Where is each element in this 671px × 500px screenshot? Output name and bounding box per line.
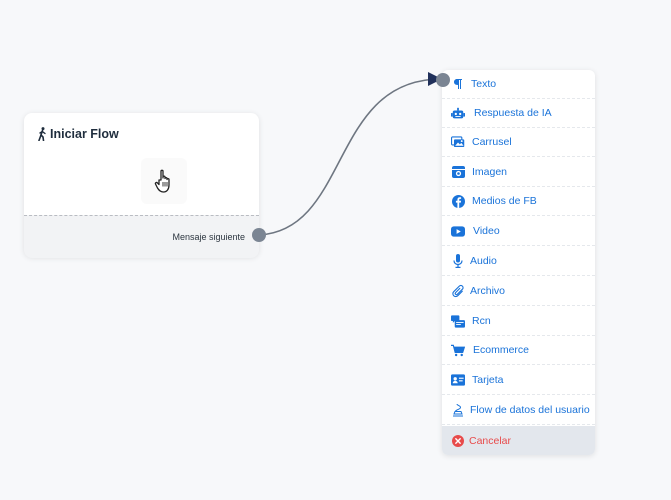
output-port[interactable] [252, 228, 266, 242]
cancel-label: Cancelar [469, 434, 512, 447]
input-port[interactable] [436, 73, 450, 87]
next-message-label: Mensaje siguiente [172, 232, 245, 242]
menu-item-respuesta-ia[interactable]: Respuesta de IA [442, 99, 595, 128]
robot-icon [451, 106, 465, 120]
microphone-icon [451, 254, 465, 268]
paperclip-icon [451, 284, 465, 298]
node-header: Iniciar Flow [37, 126, 119, 142]
camera-icon [451, 165, 465, 179]
menu-item-imagen[interactable]: Imagen [442, 158, 595, 187]
menu-item-rcn[interactable]: Rcn [442, 307, 595, 336]
menu-item-ecommerce[interactable]: Ecommerce [442, 336, 595, 365]
layers-icon [451, 403, 465, 417]
images-icon [451, 135, 465, 149]
menu-item-label: Archivo [470, 285, 506, 297]
youtube-icon [451, 224, 465, 238]
menu-item-flow-datos-usuario[interactable]: Flow de datos del usuario [442, 396, 595, 425]
menu-item-label: Rcn [472, 315, 491, 327]
start-flow-node[interactable]: Iniciar Flow Mensaje siguiente [24, 113, 266, 258]
node-footer: Mensaje siguiente [24, 215, 259, 258]
menu-item-label: Video [473, 225, 500, 237]
node-title: Iniciar Flow [50, 127, 119, 141]
cart-icon [451, 343, 465, 357]
menu-item-label: Texto [471, 78, 497, 90]
pointer-hand-icon [141, 158, 187, 204]
menu-item-medios-fb[interactable]: Medios de FB [442, 187, 595, 216]
facebook-icon [451, 194, 465, 208]
walking-person-icon [38, 127, 46, 141]
paragraph-icon [451, 77, 465, 91]
node-type-menu: Texto Respuesta de IA Carrusel Imagen Me… [442, 70, 595, 455]
menu-item-texto[interactable]: Texto [442, 70, 595, 99]
menu-item-audio[interactable]: Audio [442, 247, 595, 276]
menu-item-archivo[interactable]: Archivo [442, 277, 595, 306]
menu-item-carrusel[interactable]: Carrusel [442, 128, 595, 157]
menu-item-label: Respuesta de IA [474, 107, 552, 119]
menu-item-label: Medios de FB [472, 195, 537, 207]
menu-item-label: Ecommerce [473, 344, 530, 356]
menu-item-tarjeta[interactable]: Tarjeta [442, 366, 595, 395]
menu-item-label: Imagen [472, 166, 508, 178]
rcn-icon [451, 314, 465, 328]
menu-item-label: Audio [470, 255, 497, 267]
menu-item-label: Tarjeta [472, 374, 504, 386]
menu-item-label: Flow de datos del usuario [470, 404, 590, 416]
close-circle-icon [451, 434, 465, 448]
id-card-icon [451, 373, 465, 387]
cancel-button[interactable]: Cancelar [442, 426, 595, 455]
menu-item-video[interactable]: Video [442, 217, 595, 246]
menu-item-label: Carrusel [472, 136, 512, 148]
